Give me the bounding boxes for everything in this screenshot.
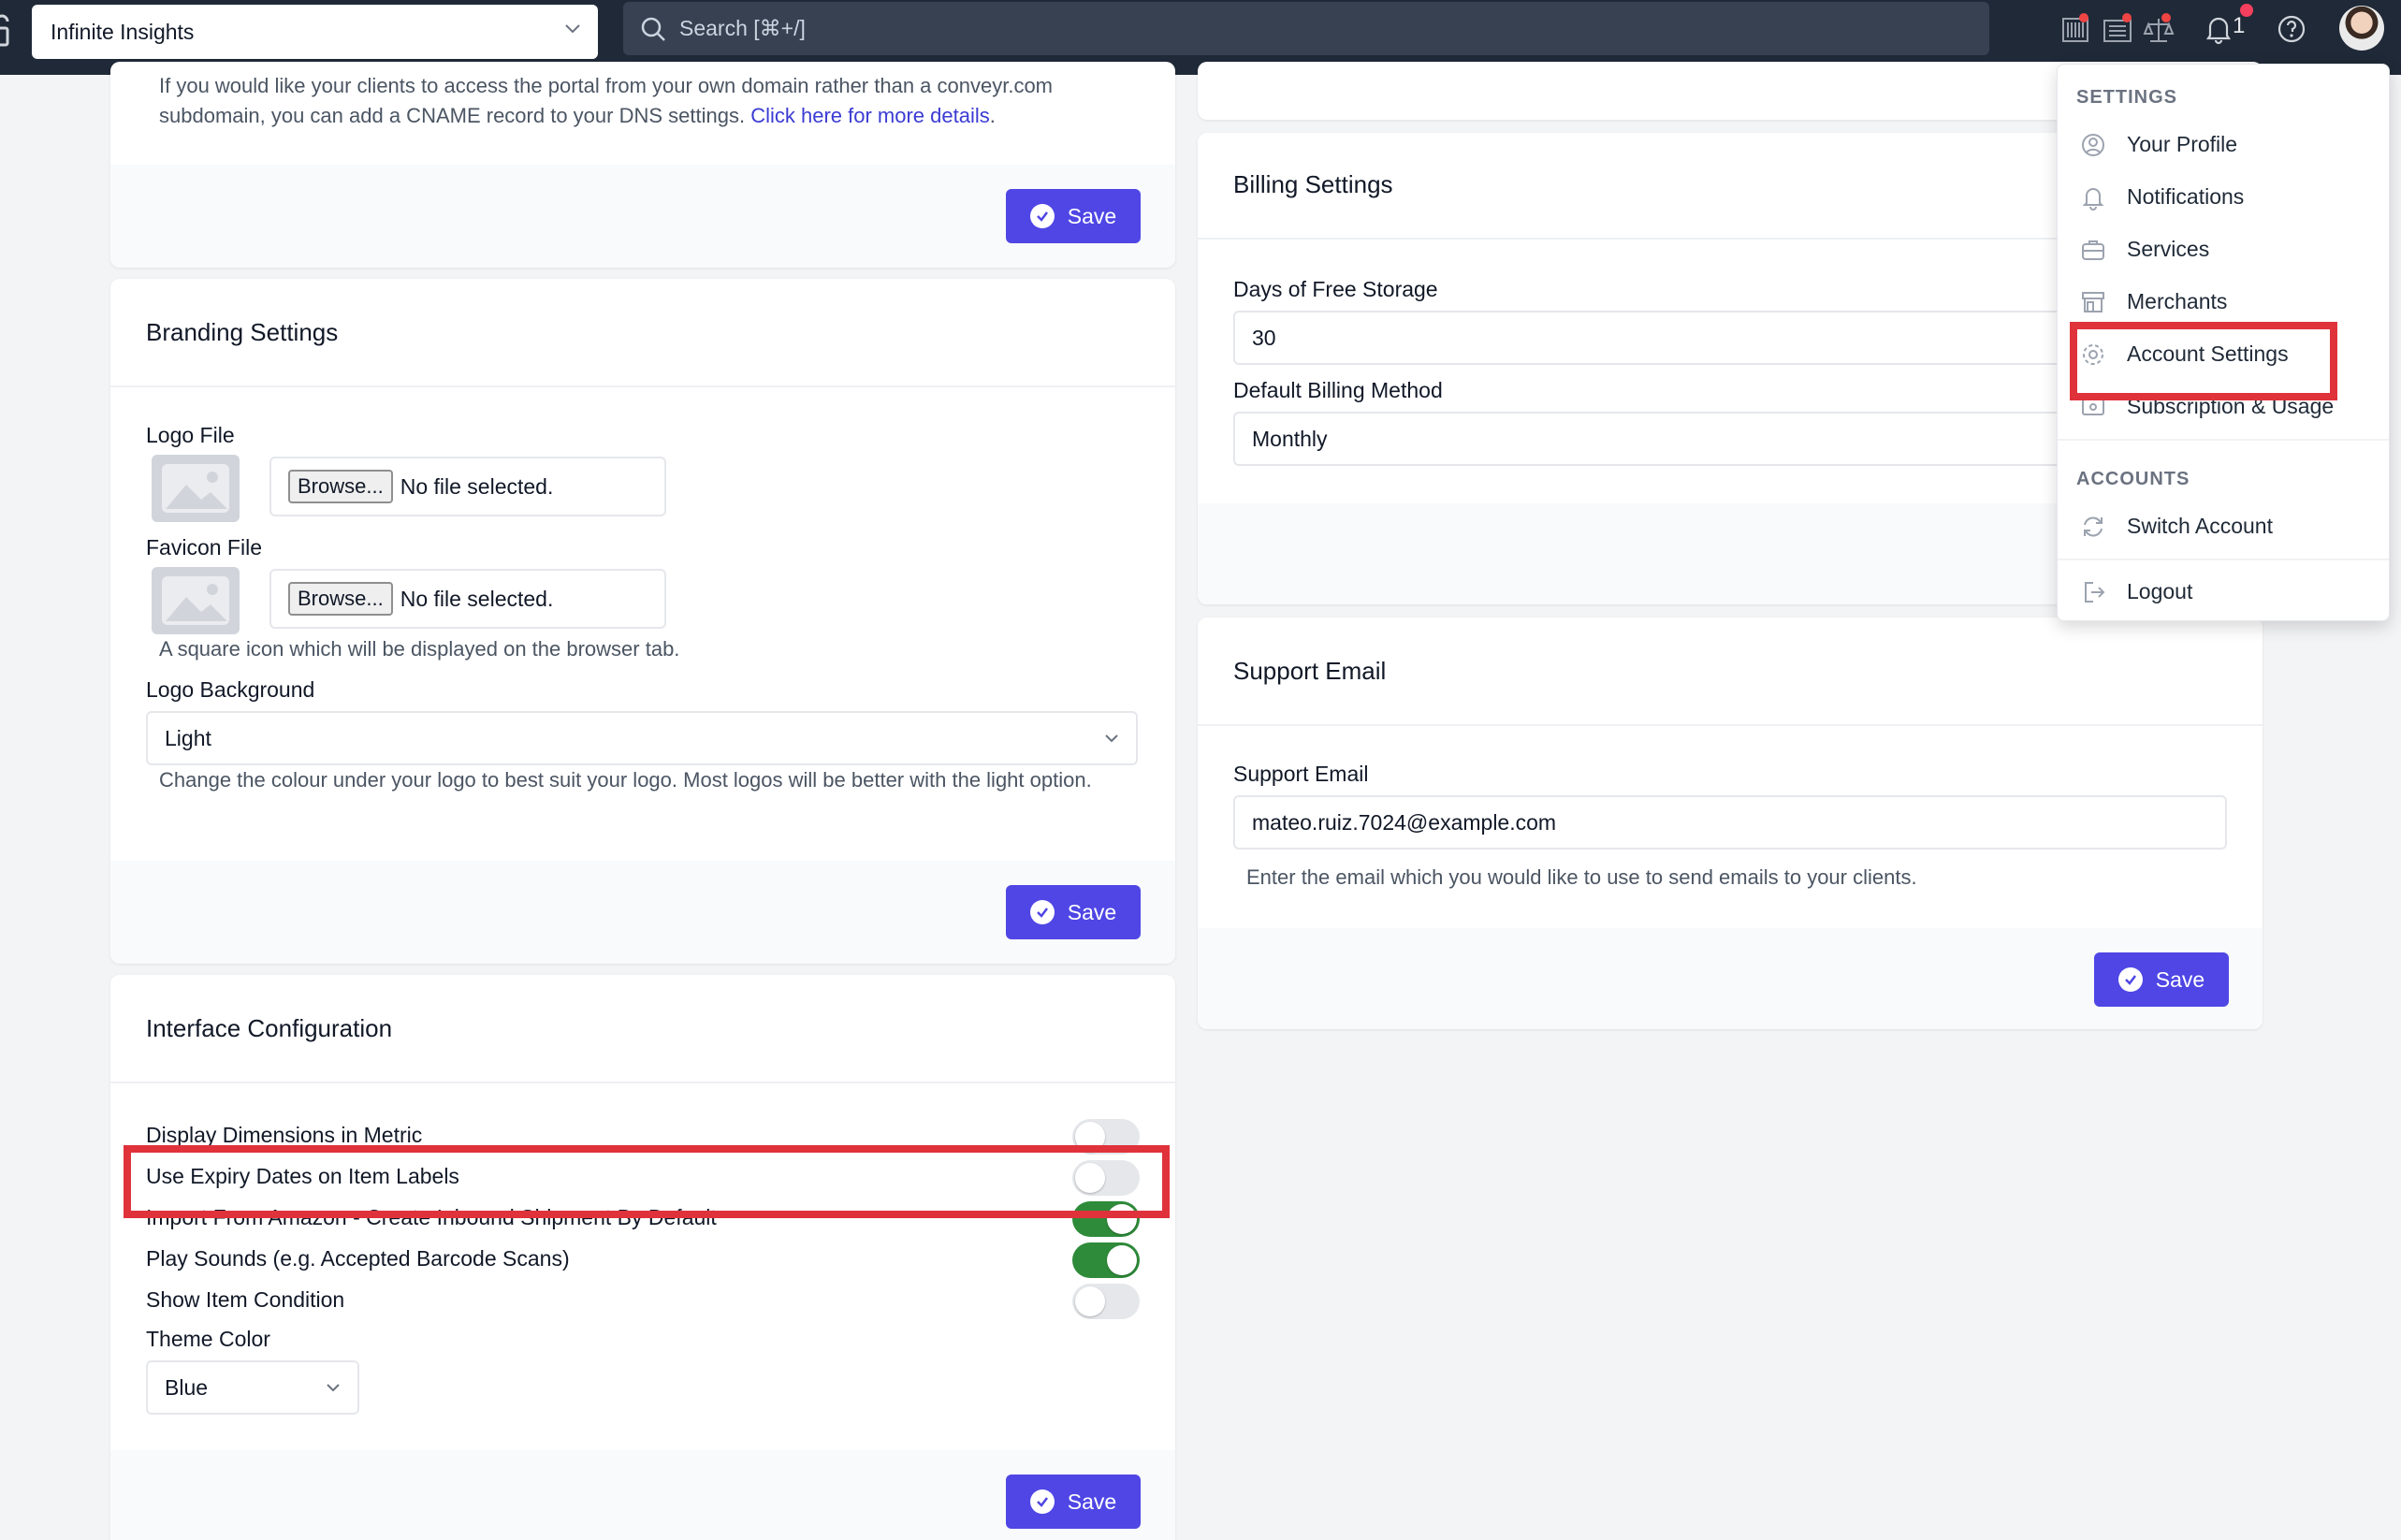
favicon-browse-button[interactable]: Browse... bbox=[288, 582, 393, 616]
details-link[interactable]: Click here for more details bbox=[750, 104, 990, 127]
search-icon bbox=[641, 17, 665, 41]
briefcase-icon bbox=[2082, 240, 2104, 260]
chevron-down-icon bbox=[327, 1384, 340, 1392]
alert-dot bbox=[2079, 13, 2088, 22]
support-title: Support Email bbox=[1233, 657, 1387, 685]
menu-item-notifications[interactable]: Notifications bbox=[2058, 173, 2391, 220]
toggle-knob bbox=[1107, 1245, 1137, 1275]
menu-item-logout[interactable]: Logout bbox=[2058, 568, 2391, 615]
logo-file-label: Logo File bbox=[146, 423, 235, 447]
menu-divider bbox=[2058, 559, 2389, 560]
billing-method-label: Default Billing Method bbox=[1233, 378, 1443, 402]
toggle-label-metric: Display Dimensions in Metric bbox=[146, 1123, 423, 1147]
toggle-item-condition[interactable] bbox=[1072, 1284, 1140, 1319]
workspace-name: Infinite Insights bbox=[51, 19, 195, 44]
custom-domain-card: If you would like your clients to access… bbox=[110, 62, 1175, 268]
refresh-icon bbox=[2084, 516, 2103, 537]
logo-browse-button[interactable]: Browse... bbox=[288, 470, 393, 503]
highlight-account-settings bbox=[2070, 322, 2337, 400]
support-email-help: Enter the email which you would like to … bbox=[1246, 865, 1917, 889]
search-input[interactable] bbox=[679, 16, 1896, 41]
logo-background-help: Change the colour under your logo to bes… bbox=[159, 768, 1092, 792]
chevron-down-icon bbox=[565, 24, 580, 34]
logo-file-input[interactable]: Browse... No file selected. bbox=[269, 457, 666, 516]
support-email-label: Support Email bbox=[1233, 762, 1369, 786]
theme-color-select[interactable]: Blue bbox=[146, 1360, 359, 1415]
menu-item-services[interactable]: Services bbox=[2058, 225, 2391, 272]
support-email-card: Support Email Support Email mateo.ruiz.7… bbox=[1198, 617, 2263, 1029]
menu-item-switch-account[interactable]: Switch Account bbox=[2058, 502, 2391, 549]
theme-color-label: Theme Color bbox=[146, 1327, 270, 1351]
storage-days-label: Days of Free Storage bbox=[1233, 277, 1438, 301]
logout-icon bbox=[2085, 582, 2105, 603]
logo-file-status: No file selected. bbox=[400, 473, 554, 499]
save-button[interactable]: Save bbox=[1006, 189, 1141, 243]
bell-icon[interactable] bbox=[2203, 13, 2234, 45]
save-button[interactable]: Save bbox=[1006, 1475, 1141, 1529]
branding-settings-card: Branding Settings Logo File Browse... No… bbox=[110, 279, 1175, 964]
interface-configuration-card: Interface Configuration Display Dimensio… bbox=[110, 975, 1175, 1540]
favicon-file-label: Favicon File bbox=[146, 535, 262, 559]
favicon-help: A square icon which will be displayed on… bbox=[159, 637, 680, 661]
alert-dot bbox=[2122, 13, 2132, 22]
billing-title: Billing Settings bbox=[1233, 170, 1393, 198]
alert-dot bbox=[2161, 13, 2171, 22]
notification-count: 1 bbox=[2233, 13, 2246, 38]
chevron-down-icon bbox=[1105, 734, 1118, 743]
check-circle-icon bbox=[1029, 900, 1055, 924]
toggle-knob bbox=[1075, 1286, 1105, 1316]
custom-domain-help: If you would like your clients to access… bbox=[159, 74, 1054, 127]
highlight-expiry-row bbox=[124, 1145, 1170, 1218]
accounts-heading: ACCOUNTS bbox=[2076, 469, 2190, 489]
interface-title: Interface Configuration bbox=[146, 1014, 393, 1042]
user-circle-icon bbox=[2082, 134, 2104, 156]
workspace-select[interactable]: Infinite Insights bbox=[32, 5, 598, 59]
divider bbox=[110, 1082, 1175, 1083]
toggle-label-play-sounds: Play Sounds (e.g. Accepted Barcode Scans… bbox=[146, 1246, 570, 1271]
lock-icon bbox=[0, 14, 9, 47]
divider bbox=[110, 385, 1175, 387]
logo-placeholder-image-icon bbox=[152, 455, 240, 522]
toggle-label-item-condition: Show Item Condition bbox=[146, 1287, 345, 1312]
save-button[interactable]: Save bbox=[1006, 885, 1141, 939]
favicon-placeholder-image-icon bbox=[152, 567, 240, 634]
menu-item-your-profile[interactable]: Your Profile bbox=[2058, 121, 2391, 167]
check-circle-icon bbox=[1029, 204, 1055, 228]
branding-title: Branding Settings bbox=[146, 318, 339, 346]
favicon-file-input[interactable]: Browse... No file selected. bbox=[269, 569, 666, 629]
settings-heading: SETTINGS bbox=[2076, 87, 2178, 108]
logo-background-label: Logo Background bbox=[146, 677, 315, 702]
favicon-file-status: No file selected. bbox=[400, 586, 554, 611]
menu-divider bbox=[2058, 439, 2389, 441]
toggle-play-sounds[interactable] bbox=[1072, 1242, 1140, 1278]
search-bar[interactable] bbox=[623, 2, 1989, 55]
save-button[interactable]: Save bbox=[2094, 952, 2229, 1007]
support-email-input[interactable]: mateo.ruiz.7024@example.com bbox=[1233, 795, 2227, 850]
check-circle-icon bbox=[2117, 967, 2143, 992]
menu-item-merchants[interactable]: Merchants bbox=[2058, 278, 2391, 325]
storefront-icon bbox=[2082, 292, 2104, 312]
check-circle-icon bbox=[1029, 1489, 1055, 1514]
avatar[interactable] bbox=[2339, 6, 2384, 51]
help-icon[interactable] bbox=[2276, 13, 2307, 45]
logo-background-select[interactable]: Light bbox=[146, 711, 1138, 765]
divider bbox=[1198, 724, 2263, 726]
bell-icon bbox=[2082, 188, 2104, 211]
